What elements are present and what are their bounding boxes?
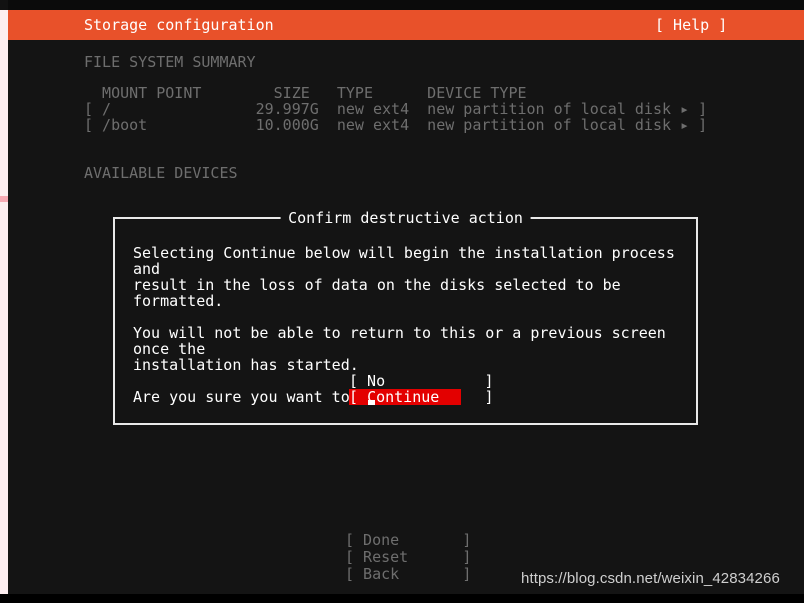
dialog-choices: [ No ] [ Continue ] [349,373,494,405]
watermark: https://blog.csdn.net/weixin_42834266 [521,570,780,587]
table-row[interactable]: [ /boot 10.000G new ext4 new partition o… [84,117,707,133]
dialog-paragraph-1: Selecting Continue below will begin the … [133,244,675,310]
back-button[interactable]: [ Back ] [345,566,471,582]
dialog-paragraph-2: You will not be able to return to this o… [133,324,666,374]
terminal-bottom-margin [0,594,804,603]
table-row[interactable]: [ / 29.997G new ext4 new partition of lo… [84,101,707,117]
header-bar: Storage configuration [ Help ] [8,10,804,40]
done-button[interactable]: [ Done ] [345,532,471,548]
no-button[interactable]: [ No ] [349,373,494,389]
continue-button-label: [ Continue ] [349,388,494,406]
page-title: Storage configuration [84,16,274,34]
continue-button[interactable]: [ Continue ] [349,389,494,405]
page-left-edge-top-gap [0,0,8,10]
dialog-title: Confirm destructive action [280,210,531,226]
text-cursor: C [367,388,377,406]
file-system-summary-heading: FILE SYSTEM SUMMARY [84,53,256,71]
help-button[interactable]: [ Help ] [655,17,727,33]
file-system-table-header: MOUNT POINT SIZE TYPE DEVICE TYPE [84,84,527,102]
page-left-edge-strip [0,0,8,603]
reset-button[interactable]: [ Reset ] [345,549,471,565]
installer-screen: Storage configuration [ Help ] FILE SYST… [0,0,804,603]
confirm-destructive-action-dialog: Confirm destructive action Selecting Con… [113,210,698,425]
terminal-top-margin [8,0,804,10]
available-devices-heading: AVAILABLE DEVICES [84,164,238,182]
